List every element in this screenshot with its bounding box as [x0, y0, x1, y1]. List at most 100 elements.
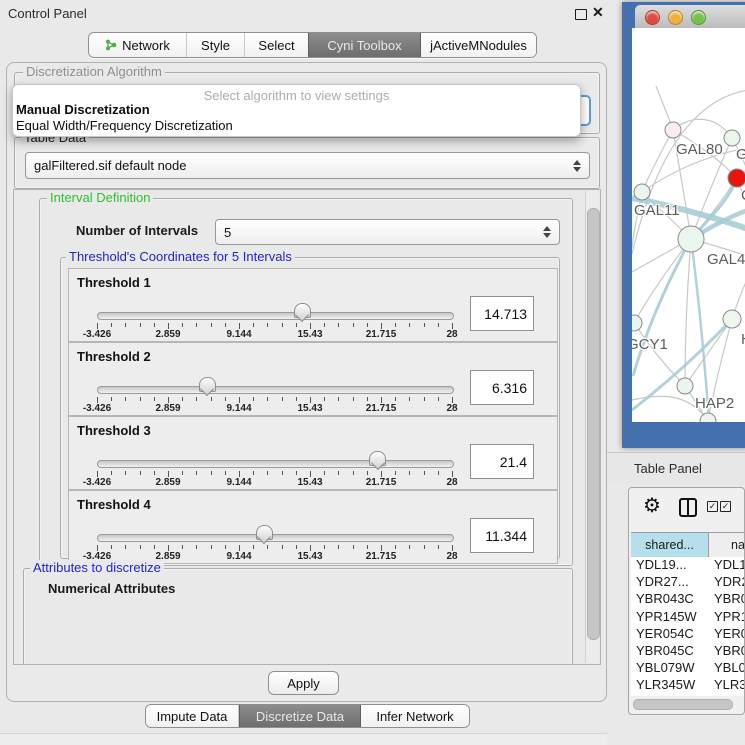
gear-icon[interactable]: ⚙ — [643, 496, 661, 516]
node-red[interactable] — [728, 169, 745, 187]
slider-track[interactable] — [97, 534, 454, 542]
network-edge[interactable] — [685, 319, 732, 386]
table-row[interactable]: YPR145W YPR1 — [631, 609, 744, 626]
tab-jactivemnodules[interactable]: jActiveMNodules — [421, 33, 536, 57]
slider-tick — [267, 397, 268, 401]
checkbox-icon[interactable]: ✓ — [707, 501, 718, 512]
slider-track[interactable] — [97, 460, 454, 468]
slider-handle[interactable] — [256, 525, 273, 540]
table-row[interactable]: YER054C YER0 — [631, 626, 744, 643]
threshold-label: Threshold 2 — [77, 349, 151, 364]
slider-tick-label: 21.715 — [351, 403, 411, 414]
slider-tick — [296, 323, 297, 327]
slider-tick — [225, 471, 226, 475]
slider-handle[interactable] — [294, 303, 311, 318]
tab-label: Cyni Toolbox — [327, 38, 401, 53]
threshold-value-field[interactable]: 6.316 — [470, 370, 534, 405]
threshold-value-field[interactable]: 21.4 — [470, 444, 534, 479]
slider-tick-label: -3.426 — [67, 477, 127, 488]
column-header-name[interactable]: name — [709, 533, 744, 557]
slider-tick — [282, 323, 283, 327]
slider-handle[interactable] — [369, 451, 386, 466]
slider-track[interactable] — [97, 386, 454, 394]
checkbox-icon[interactable]: ✓ — [720, 501, 731, 512]
scrollbar-thumb[interactable] — [587, 208, 600, 640]
threshold-value-field[interactable]: 14.713 — [470, 296, 534, 331]
split-view-icon[interactable] — [679, 498, 697, 517]
slider-tick — [196, 397, 197, 401]
bottom-tabbar: Impute Data Discretize Data Infer Networ… — [145, 704, 470, 728]
slider-tick — [211, 545, 212, 549]
slider-tick — [324, 471, 325, 475]
cell-shared-name: YLR345W — [631, 677, 709, 694]
slider-tick — [282, 545, 283, 549]
apply-button[interactable]: Apply — [268, 671, 339, 695]
tab-cyni-toolbox[interactable]: Cyni Toolbox — [308, 33, 421, 57]
network-thick-edge[interactable] — [633, 239, 691, 376]
cell-shared-name: YBR043C — [631, 591, 709, 608]
slider-tick — [296, 471, 297, 475]
table-hscrollbar-thumb[interactable] — [633, 699, 733, 710]
slider-tick — [395, 471, 396, 475]
slider-tick — [395, 397, 396, 401]
table-data-combobox[interactable]: galFiltered.sif default node — [25, 152, 590, 179]
tab-network[interactable]: Network — [89, 33, 187, 57]
cell-name: YBL0 — [709, 660, 744, 677]
slider-tick — [140, 397, 141, 401]
scrollbar-track[interactable] — [585, 191, 599, 663]
threshold-value-field[interactable]: 11.344 — [470, 518, 534, 553]
tab-select[interactable]: Select — [245, 33, 308, 57]
algorithm-dropdown-popup: Select algorithm to view settings Manual… — [12, 84, 581, 137]
tab-impute-data[interactable]: Impute Data — [146, 705, 239, 727]
node-hap2[interactable] — [677, 378, 693, 394]
column-header-shared[interactable]: shared... — [631, 533, 709, 557]
slider-handle[interactable] — [199, 377, 216, 392]
slider-tick — [324, 545, 325, 549]
cell-name: YBR0 — [709, 591, 744, 608]
network-edge[interactable] — [642, 130, 673, 192]
node-gal4[interactable] — [678, 226, 704, 252]
tab-label: Network — [122, 38, 170, 53]
menu-item-manual-discretization[interactable]: Manual Discretization — [15, 102, 150, 117]
table-row[interactable]: YDL19... YDL1 — [631, 557, 744, 574]
table-row[interactable]: YBR045C YBR0 — [631, 643, 744, 660]
tab-style[interactable]: Style — [187, 33, 245, 57]
node-gcy1[interactable] — [632, 315, 642, 331]
mac-close-icon[interactable] — [645, 10, 660, 25]
number-of-intervals-combobox[interactable]: 5 — [215, 219, 560, 245]
table-row[interactable]: YLR345W YLR3 — [631, 677, 744, 694]
table-row[interactable]: YBL079W YBL0 — [631, 660, 744, 677]
table-row[interactable]: YBR043C YBR0 — [631, 591, 744, 608]
slider-tick — [253, 471, 254, 475]
thresholds-group-label: Threshold's Coordinates for 5 Intervals — [66, 249, 295, 264]
mac-minimize-icon[interactable] — [668, 10, 683, 25]
node-h-label: H — [741, 331, 745, 348]
slider-track[interactable] — [97, 312, 454, 320]
table-row[interactable]: YDR27... YDR2 — [631, 574, 744, 591]
cell-name: YDL1 — [709, 557, 744, 574]
slider-tick — [353, 323, 354, 327]
table-row[interactable]: YIL052C YIL0 — [631, 695, 744, 697]
interval-definition-group: Interval Definition Number of Intervals … — [39, 198, 573, 566]
node-h[interactable] — [723, 310, 741, 328]
slider-tick — [367, 545, 368, 549]
tab-discretize-data[interactable]: Discretize Data — [239, 705, 361, 727]
slider-tick — [125, 323, 126, 327]
float-window-icon[interactable] — [575, 9, 587, 20]
number-of-intervals-value: 5 — [224, 225, 231, 240]
network-edge[interactable] — [634, 239, 691, 323]
slider-tick-label: 2.859 — [138, 477, 198, 488]
mac-zoom-icon[interactable] — [691, 10, 706, 25]
tab-infer-network[interactable]: Infer Network — [361, 705, 469, 727]
tab-label: Impute Data — [157, 709, 228, 724]
menu-item-equal-width-frequency[interactable]: Equal Width/Frequency Discretization — [15, 118, 233, 133]
close-icon[interactable]: ✕ — [592, 4, 604, 21]
node-gal80[interactable] — [665, 122, 681, 138]
node-gal11[interactable] — [634, 184, 650, 200]
slider-tick — [424, 545, 425, 549]
network-canvas[interactable]: GAL80GACGAL11GAL4GCY1HHAP2 — [632, 28, 745, 422]
network-edge[interactable] — [634, 323, 685, 386]
slider-tick — [225, 545, 226, 549]
slider-tick — [154, 545, 155, 549]
node-top-right[interactable] — [724, 130, 740, 146]
